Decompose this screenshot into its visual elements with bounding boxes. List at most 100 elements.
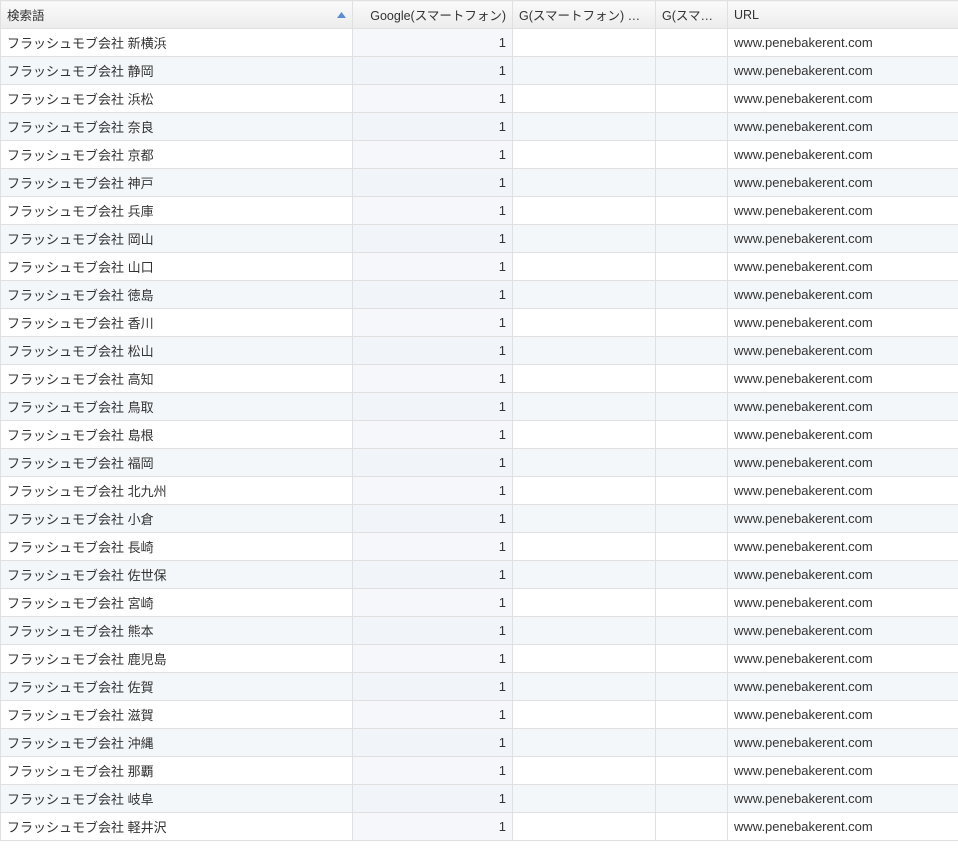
cell-google-rank: 1	[353, 281, 513, 309]
header-google-sub-label: G(スマートフ..	[662, 9, 728, 23]
cell-search-term: フラッシュモブ会社 兵庫	[1, 197, 353, 225]
cell-search-term: フラッシュモブ会社 京都	[1, 141, 353, 169]
table-row[interactable]: フラッシュモブ会社 香川1www.penebakerent.com	[1, 309, 958, 337]
cell-google-sub	[656, 253, 728, 281]
table-row[interactable]: フラッシュモブ会社 静岡1www.penebakerent.com	[1, 57, 958, 85]
cell-google-sub	[656, 365, 728, 393]
table-row[interactable]: フラッシュモブ会社 高知1www.penebakerent.com	[1, 365, 958, 393]
cell-google-change	[513, 225, 656, 253]
cell-google-change	[513, 29, 656, 57]
table-row[interactable]: フラッシュモブ会社 新横浜1www.penebakerent.com	[1, 29, 958, 57]
cell-google-rank: 1	[353, 169, 513, 197]
table-row[interactable]: フラッシュモブ会社 京都1www.penebakerent.com	[1, 141, 958, 169]
table-row[interactable]: フラッシュモブ会社 兵庫1www.penebakerent.com	[1, 197, 958, 225]
header-url[interactable]: URL	[728, 1, 958, 29]
cell-google-rank: 1	[353, 449, 513, 477]
cell-search-term: フラッシュモブ会社 高知	[1, 365, 353, 393]
cell-google-change	[513, 141, 656, 169]
table-row[interactable]: フラッシュモブ会社 佐賀1 www.penebakerent.com	[1, 673, 958, 701]
cell-url: www.penebakerent.com	[728, 617, 958, 645]
cell-url: www.penebakerent.com	[728, 449, 958, 477]
table-row[interactable]: フラッシュモブ会社 岐阜1 www.penebakerent.com	[1, 785, 958, 813]
cell-search-term: フラッシュモブ会社 岐阜	[1, 785, 353, 813]
cell-google-rank: 1	[353, 561, 513, 589]
cell-google-change	[513, 421, 656, 449]
cell-url: www.penebakerent.com	[728, 477, 958, 505]
cell-google-sub	[656, 757, 728, 785]
table-row[interactable]: フラッシュモブ会社 熊本1www.penebakerent.com	[1, 617, 958, 645]
cell-google-sub	[656, 29, 728, 57]
cell-url: www.penebakerent.com	[728, 785, 958, 813]
table-row[interactable]: フラッシュモブ会社 岡山1www.penebakerent.com	[1, 225, 958, 253]
cell-url: www.penebakerent.com	[728, 589, 958, 617]
cell-search-term: フラッシュモブ会社 奈良	[1, 113, 353, 141]
table-row[interactable]: フラッシュモブ会社 山口1www.penebakerent.com	[1, 253, 958, 281]
cell-google-rank: 1	[353, 673, 513, 701]
table-row[interactable]: フラッシュモブ会社 島根1www.penebakerent.com	[1, 421, 958, 449]
cell-google-change	[513, 57, 656, 85]
table-row[interactable]: フラッシュモブ会社 鹿児島1www.penebakerent.com	[1, 645, 958, 673]
cell-google-sub	[656, 617, 728, 645]
table-row[interactable]: フラッシュモブ会社 小倉1www.penebakerent.com	[1, 505, 958, 533]
table-row[interactable]: フラッシュモブ会社 奈良1www.penebakerent.com	[1, 113, 958, 141]
cell-google-sub	[656, 169, 728, 197]
cell-google-change	[513, 309, 656, 337]
cell-search-term: フラッシュモブ会社 浜松	[1, 85, 353, 113]
table-row[interactable]: フラッシュモブ会社 浜松1www.penebakerent.com	[1, 85, 958, 113]
cell-google-sub	[656, 309, 728, 337]
table-row[interactable]: フラッシュモブ会社 長崎1www.penebakerent.com	[1, 533, 958, 561]
cell-google-rank: 1	[353, 57, 513, 85]
cell-google-sub	[656, 701, 728, 729]
cell-google-change	[513, 113, 656, 141]
cell-url: www.penebakerent.com	[728, 813, 958, 841]
header-google-change-label: G(スマートフォン) 変化	[519, 9, 653, 23]
table-row[interactable]: フラッシュモブ会社 那覇1www.penebakerent.com	[1, 757, 958, 785]
cell-search-term: フラッシュモブ会社 香川	[1, 309, 353, 337]
cell-search-term: フラッシュモブ会社 佐賀	[1, 673, 353, 701]
cell-search-term: フラッシュモブ会社 福岡	[1, 449, 353, 477]
table-row[interactable]: フラッシュモブ会社 松山1www.penebakerent.com	[1, 337, 958, 365]
cell-google-sub	[656, 533, 728, 561]
cell-google-change	[513, 589, 656, 617]
cell-google-sub	[656, 113, 728, 141]
table-row[interactable]: フラッシュモブ会社 北九州1www.penebakerent.com	[1, 477, 958, 505]
cell-url: www.penebakerent.com	[728, 141, 958, 169]
header-google-sub[interactable]: G(スマートフ..	[656, 1, 728, 29]
cell-google-sub	[656, 589, 728, 617]
cell-google-rank: 1	[353, 729, 513, 757]
cell-google-rank: 1	[353, 645, 513, 673]
table-body: フラッシュモブ会社 新横浜1www.penebakerent.comフラッシュモ…	[1, 29, 958, 841]
cell-google-change	[513, 645, 656, 673]
sort-ascending-icon	[337, 12, 346, 18]
cell-google-change	[513, 169, 656, 197]
cell-google-rank: 1	[353, 785, 513, 813]
table-row[interactable]: フラッシュモブ会社 佐世保1www.penebakerent.com	[1, 561, 958, 589]
cell-google-rank: 1	[353, 113, 513, 141]
cell-google-rank: 1	[353, 477, 513, 505]
cell-google-sub	[656, 421, 728, 449]
header-google-smartphone[interactable]: Google(スマートフォン)	[353, 1, 513, 29]
table-row[interactable]: フラッシュモブ会社 滋賀1www.penebakerent.com	[1, 701, 958, 729]
cell-google-rank: 1	[353, 533, 513, 561]
cell-google-change	[513, 673, 656, 701]
cell-google-change	[513, 449, 656, 477]
table-row[interactable]: フラッシュモブ会社 神戸1www.penebakerent.com	[1, 169, 958, 197]
cell-search-term: フラッシュモブ会社 小倉	[1, 505, 353, 533]
cell-search-term: フラッシュモブ会社 松山	[1, 337, 353, 365]
header-search-term[interactable]: 検索語	[1, 1, 353, 29]
cell-url: www.penebakerent.com	[728, 337, 958, 365]
table-row[interactable]: フラッシュモブ会社 軽井沢1www.penebakerent.com	[1, 813, 958, 841]
cell-google-rank: 1	[353, 393, 513, 421]
cell-url: www.penebakerent.com	[728, 421, 958, 449]
cell-google-change	[513, 505, 656, 533]
table-row[interactable]: フラッシュモブ会社 沖縄1www.penebakerent.com	[1, 729, 958, 757]
cell-url: www.penebakerent.com	[728, 673, 958, 701]
table-row[interactable]: フラッシュモブ会社 宮崎1www.penebakerent.com	[1, 589, 958, 617]
header-google-change[interactable]: G(スマートフォン) 変化	[513, 1, 656, 29]
table-row[interactable]: フラッシュモブ会社 福岡1 www.penebakerent.com	[1, 449, 958, 477]
table-row[interactable]: フラッシュモブ会社 鳥取1www.penebakerent.com	[1, 393, 958, 421]
cell-url: www.penebakerent.com	[728, 197, 958, 225]
cell-google-sub	[656, 57, 728, 85]
cell-google-sub	[656, 449, 728, 477]
table-row[interactable]: フラッシュモブ会社 徳島1www.penebakerent.com	[1, 281, 958, 309]
